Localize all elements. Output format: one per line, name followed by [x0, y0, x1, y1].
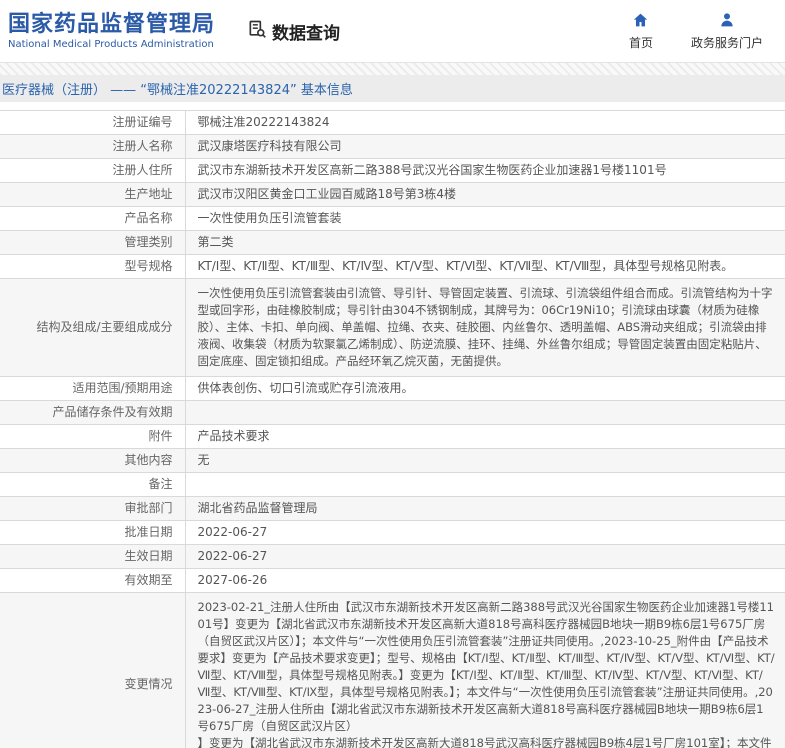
row-label: 生效日期	[0, 544, 186, 569]
nav-portal[interactable]: 政务服务门户	[691, 12, 763, 51]
row-value: 无	[197, 453, 210, 467]
row-value: 武汉市汉阳区黄金口工业园百威路18号第3栋4楼	[197, 187, 457, 201]
table-row: 生产地址 武汉市汉阳区黄金口工业园百威路18号第3栋4楼	[0, 182, 785, 207]
site-header: 国家药品监督管理局 National Medical Products Admi…	[0, 0, 785, 62]
home-icon	[632, 12, 649, 31]
table-row: 管理类别 第二类	[0, 230, 785, 255]
top-nav: 首页 政务服务门户	[629, 12, 771, 51]
nav-home-label: 首页	[628, 35, 653, 50]
spacer	[0, 102, 785, 110]
table-row: 型号规格 KT/Ⅰ型、KT/Ⅱ型、KT/Ⅲ型、KT/Ⅳ型、KT/Ⅴ型、KT/Ⅵ型、…	[0, 254, 785, 279]
table-row: 审批部门 湖北省药品监督管理局	[0, 496, 785, 521]
breadcrumb-bar: 医疗器械（注册） —— “鄂械注准20222143824” 基本信息	[0, 75, 785, 102]
logo-subtitle: National Medical Products Administration	[8, 38, 214, 50]
row-value: 产品技术要求	[197, 429, 270, 443]
row-value: 武汉康塔医疗科技有限公司	[197, 139, 342, 153]
nav-portal-label: 政务服务门户	[690, 35, 763, 50]
row-value: 湖北省药品监督管理局	[197, 501, 318, 515]
row-label: 管理类别	[0, 230, 186, 255]
row-label: 型号规格	[0, 254, 186, 279]
table-row: 注册人名称 武汉康塔医疗科技有限公司	[0, 134, 785, 159]
row-label: 生产地址	[0, 182, 186, 207]
decorative-stripe-band	[0, 62, 785, 75]
breadcrumb: 医疗器械（注册） —— “鄂械注准20222143824” 基本信息	[2, 83, 353, 98]
row-label: 审批部门	[0, 496, 186, 521]
table-row: 有效期至 2027-06-26	[0, 568, 785, 593]
document-search-icon	[247, 19, 267, 44]
table-row: 产品名称 一次性使用负压引流管套装	[0, 206, 785, 231]
table-row: 其他内容无	[0, 448, 785, 473]
table-row: 适用范围/预期用途 供体表创伤、切口引流或贮存引流液用。	[0, 376, 785, 401]
table-row: 注册人住所 武汉市东湖新技术开发区高新二路388号武汉光谷国家生物医药企业加速器1…	[0, 158, 785, 183]
row-label: 变更情况	[0, 592, 186, 748]
table-row: 附件 产品技术要求	[0, 424, 785, 449]
row-value: 供体表创伤、切口引流或贮存引流液用。	[197, 381, 414, 395]
row-value: 一次性使用负压引流管套装	[197, 211, 342, 225]
row-label: 产品名称	[0, 206, 186, 231]
row-label: 产品储存条件及有效期	[0, 400, 186, 425]
info-table: 注册证编号 鄂械注准20222143824 注册人名称 武汉康塔医疗科技有限公司 注册人…	[0, 110, 785, 748]
row-label: 注册人名称	[0, 134, 186, 159]
row-label: 适用范围/预期用途	[0, 376, 186, 401]
row-label: 有效期至	[0, 568, 186, 593]
table-row: 注册证编号 鄂械注准20222143824	[0, 110, 785, 135]
person-icon	[719, 12, 735, 31]
table-row: 产品储存条件及有效期	[0, 400, 785, 425]
logo-title: 国家药品监督管理局	[8, 11, 216, 37]
row-value: 一次性使用负压引流管套装由引流管、导引针、导管固定装置、引流球、引流袋组件组合而…	[197, 286, 773, 368]
row-value	[185, 401, 785, 425]
row-value: KT/Ⅰ型、KT/Ⅱ型、KT/Ⅲ型、KT/Ⅳ型、KT/Ⅴ型、KT/Ⅵ型、KT/Ⅶ…	[197, 259, 734, 273]
row-value: 第二类	[197, 235, 234, 249]
data-query-tab[interactable]: 数据查询	[247, 19, 340, 44]
data-query-label: 数据查询	[272, 23, 341, 44]
row-label: 附件	[0, 424, 186, 449]
row-value: 2023-02-21_注册人住所由【武汉市东湖新技术开发区高新二路388号武汉光…	[197, 600, 775, 748]
row-value: 鄂械注准20222143824	[197, 115, 330, 129]
row-label: 结构及组成/主要组成成分	[0, 278, 186, 377]
table-row: 备注	[0, 472, 785, 497]
row-value: 2027-06-26	[197, 573, 268, 587]
table-row: 生效日期 2022-06-27	[0, 544, 785, 569]
row-value: 武汉市东湖新技术开发区高新二路388号武汉光谷国家生物医药企业加速器1号楼110…	[197, 163, 667, 177]
row-label: 批准日期	[0, 520, 186, 545]
row-value: 2022-06-27	[197, 525, 268, 539]
row-label: 注册人住所	[0, 158, 186, 183]
table-row: 结构及组成/主要组成成分 一次性使用负压引流管套装由引流管、导引针、导管固定装置、…	[0, 278, 785, 377]
row-label: 其他内容	[0, 448, 186, 473]
table-row: 批准日期 2022-06-27	[0, 520, 785, 545]
row-value	[185, 473, 785, 497]
row-label: 备注	[0, 472, 186, 497]
nav-home[interactable]: 首页	[629, 12, 653, 51]
row-label: 注册证编号	[0, 110, 186, 135]
table-row: 变更情况 2023-02-21_注册人住所由【武汉市东湖新技术开发区高新二路388…	[0, 592, 785, 748]
row-value: 2022-06-27	[197, 549, 268, 563]
site-logo: 国家药品监督管理局 National Medical Products Admi…	[8, 12, 215, 51]
